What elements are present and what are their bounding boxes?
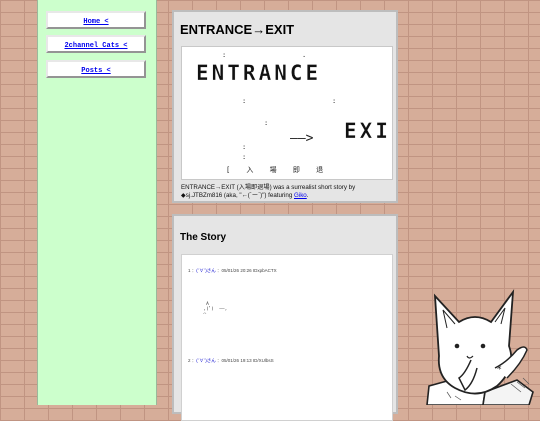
ascii-dot: . [302,51,307,59]
ascii-dot: : [332,97,337,105]
ascii-dot: : [222,51,227,59]
ascii-art-exit-text: EXI [344,119,391,143]
ascii-dot: : [242,153,247,161]
ascii-art-image: : . ENTRANCE : : : ――> EXI : : [ 入 場 即 退 [181,46,393,180]
article-caption: ENTRANCE→EXIT (入場即退場) was a surrealist s… [181,184,395,200]
sidebar: Home < 2channel Cats < Posts < [37,0,157,405]
post-header: 2 ：(´∀`)さん ：05/01/26 19:13 ID/XUlbsS [188,358,274,363]
post-ascii-art: A ,(ﾟ) ――, ⌒ [203,302,228,317]
ascii-dot: : [264,119,269,127]
caption-end: . [306,192,309,199]
caption-text: ENTRANCE→EXIT (入場即退場) was a surrealist s… [181,184,356,199]
nav-home-button[interactable]: Home < [46,11,146,29]
article-panel: ENTRANCE→EXIT : . ENTRANCE : : : ――> EXI… [172,10,398,203]
nav-posts-button[interactable]: Posts < [46,60,146,78]
svg-text:*: * [497,365,502,375]
story-title: The Story [180,232,227,243]
post-number: 1 [188,268,191,273]
post-meta: 05/01/26 19:13 ID/XUlbsS [221,358,274,363]
ascii-dot: : [242,143,247,151]
ascii-art-entrance-text: ENTRANCE [196,61,322,85]
story-panel: The Story 1 ：(´∀`)さん ：05/01/26 20:26 IDx… [172,214,398,421]
article-title: ENTRANCE→EXIT [180,22,295,37]
nav-posts-link[interactable]: Posts < [81,67,110,75]
post-header: 1 ：(´∀`)さん ：05/01/26 20:26 IDxpbACTX [188,268,277,273]
ascii-art-footer: [ 入 場 即 退 [226,166,330,174]
ascii-art-arrow: ――> [290,131,314,146]
nav-home-link[interactable]: Home < [83,18,108,26]
story-thread-image: 1 ：(´∀`)さん ：05/01/26 20:26 IDxpbACTX A ,… [181,254,393,421]
post-author: (´∀`)さん [196,268,216,273]
post-number: 2 [188,358,191,363]
ascii-dot: : [242,97,247,105]
post-author: (´∀`)さん [196,358,216,363]
nav-2channel-cats-button[interactable]: 2channel Cats < [46,35,146,53]
cat-in-box-illustration: * [426,288,534,405]
post-meta: 05/01/26 20:26 IDxpbACTX [221,268,277,273]
nav-2channel-cats-link[interactable]: 2channel Cats < [64,42,127,50]
giko-link[interactable]: Giko [294,192,307,199]
